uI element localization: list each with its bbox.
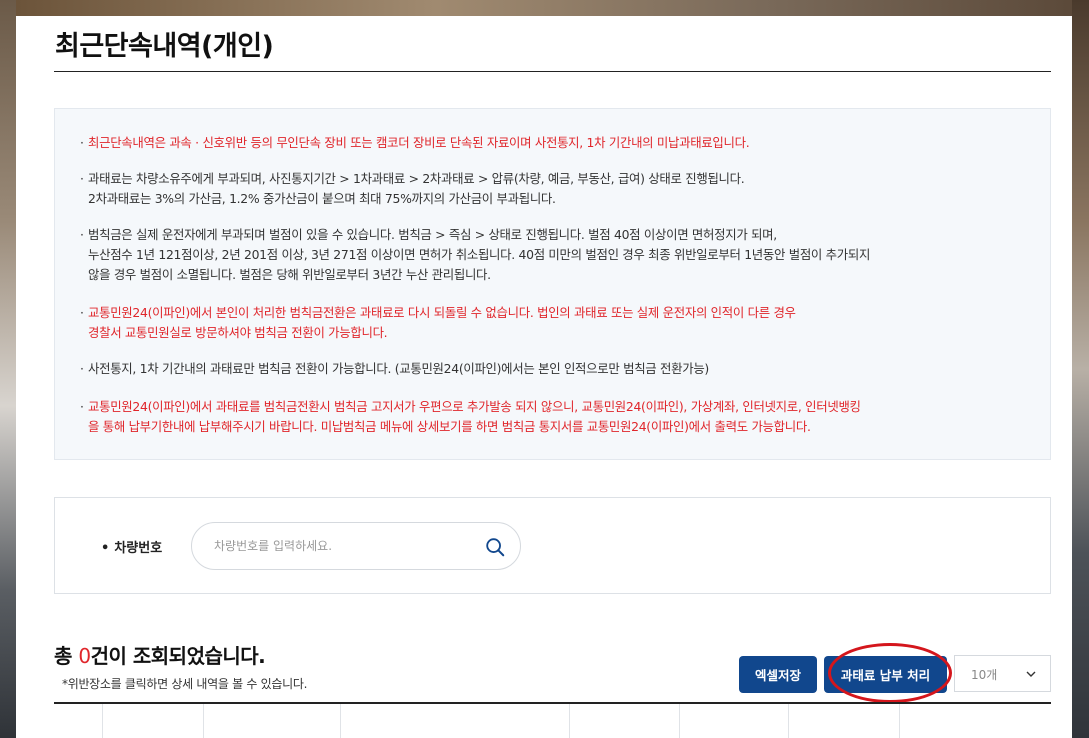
notice-bullet: · <box>80 399 84 414</box>
column-divider <box>679 704 680 738</box>
background-photo-right <box>1072 0 1089 738</box>
notice-bullet: · <box>80 361 84 376</box>
background-photo-top <box>0 0 1089 16</box>
column-divider <box>569 704 570 738</box>
page-size-select[interactable]: 10개 <box>954 655 1051 692</box>
notice-bullet: · <box>80 305 84 320</box>
result-count-heading: 총 0건이 조회되었습니다. <box>54 640 266 669</box>
notice-line: 2차과태료는 3%의 가산금, 1.2% 중가산금이 붙으며 최대 75%까지의… <box>88 191 556 206</box>
column-divider <box>788 704 789 738</box>
search-panel: • 차량번호 <box>54 497 1051 594</box>
notice-line: 최근단속내역은 과속 · 신호위반 등의 무인단속 장비 또는 캠코더 장비로 … <box>88 135 750 150</box>
page-title: 최근단속내역(개인) <box>55 31 274 62</box>
notice-bullet: · <box>80 227 84 242</box>
notice-box: · 최근단속내역은 과속 · 신호위반 등의 무인단속 장비 또는 캠코더 장비로… <box>54 108 1051 460</box>
page-size-value: 10개 <box>971 668 998 682</box>
notice-line: 을 통해 납부기한내에 납부해주시기 바랍니다. 미납범칙금 메뉴에 상세보기를… <box>88 419 811 434</box>
notice-line: 경찰서 교통민원실로 방문하셔야 범칙금 전환이 가능합니다. <box>88 325 388 340</box>
vehicle-number-input[interactable] <box>214 535 474 557</box>
notice-line: 않을 경우 벌점이 소멸됩니다. 벌점은 당해 위반일로부터 3년간 누산 관리… <box>88 267 491 282</box>
column-divider <box>899 704 900 738</box>
vehicle-number-label: • 차량번호 <box>101 537 162 556</box>
content-panel: 최근단속내역(개인) · 최근단속내역은 과속 · 신호위반 등의 무인단속 장비… <box>16 16 1072 738</box>
column-divider <box>340 704 341 738</box>
chevron-down-icon <box>1026 671 1036 677</box>
result-prefix: 총 <box>54 644 79 668</box>
fine-payment-button[interactable]: 과태료 납부 처리 <box>824 656 947 693</box>
notice-bullet: · <box>80 171 84 186</box>
bullet-dot: • <box>101 541 110 556</box>
notice-line: 교통민원24(이파인)에서 과태료를 범칙금전환시 범칙금 고지서가 우편으로 … <box>88 399 861 414</box>
column-divider <box>102 704 103 738</box>
notice-line: 범칙금은 실제 운전자에게 부과되며 벌점이 있을 수 있습니다. 범칙금 > … <box>88 227 777 242</box>
notice-item: · 최근단속내역은 과속 · 신호위반 등의 무인단속 장비 또는 캠코더 장비로… <box>80 133 988 153</box>
vehicle-number-label-text: 차량번호 <box>114 541 163 556</box>
table-header <box>54 704 1051 738</box>
vehicle-number-search-field <box>191 522 521 570</box>
result-suffix: 건이 조회되었습니다. <box>90 644 266 668</box>
notice-line: 사전통지, 1차 기간내의 과태료만 범칙금 전환이 가능합니다. (교통민원2… <box>88 361 709 376</box>
notice-line: 누산점수 1년 121점이상, 2년 201점 이상, 3년 271점 이상이면… <box>88 247 871 262</box>
notice-item: · 범칙금은 실제 운전자에게 부과되며 벌점이 있을 수 있습니다. 범칙금 >… <box>80 225 988 285</box>
search-icon[interactable] <box>484 536 506 558</box>
notice-item: · 교통민원24(이파인)에서 본인이 처리한 범칙금전환은 과태료로 다시 되돌… <box>80 303 988 343</box>
notice-line: 교통민원24(이파인)에서 본인이 처리한 범칙금전환은 과태료로 다시 되돌릴… <box>88 305 796 320</box>
notice-bullet: · <box>80 135 84 150</box>
column-divider <box>203 704 204 738</box>
result-count: 0 <box>78 644 91 668</box>
title-divider <box>54 71 1051 72</box>
notice-line: 과태료는 차량소유주에게 부과되며, 사진통지기간 > 1차과태료 > 2차과태… <box>88 171 745 186</box>
notice-item: · 과태료는 차량소유주에게 부과되며, 사진통지기간 > 1차과태료 > 2차과… <box>80 169 988 209</box>
result-note: *위반장소를 클릭하면 상세 내역을 볼 수 있습니다. <box>62 677 308 691</box>
background-photo-left <box>0 0 16 738</box>
notice-item: · 교통민원24(이파인)에서 과태료를 범칙금전환시 범칙금 고지서가 우편으로… <box>80 397 988 437</box>
notice-item: · 사전통지, 1차 기간내의 과태료만 범칙금 전환이 가능합니다. (교통민원… <box>80 359 988 379</box>
excel-save-button[interactable]: 엑셀저장 <box>739 656 817 693</box>
